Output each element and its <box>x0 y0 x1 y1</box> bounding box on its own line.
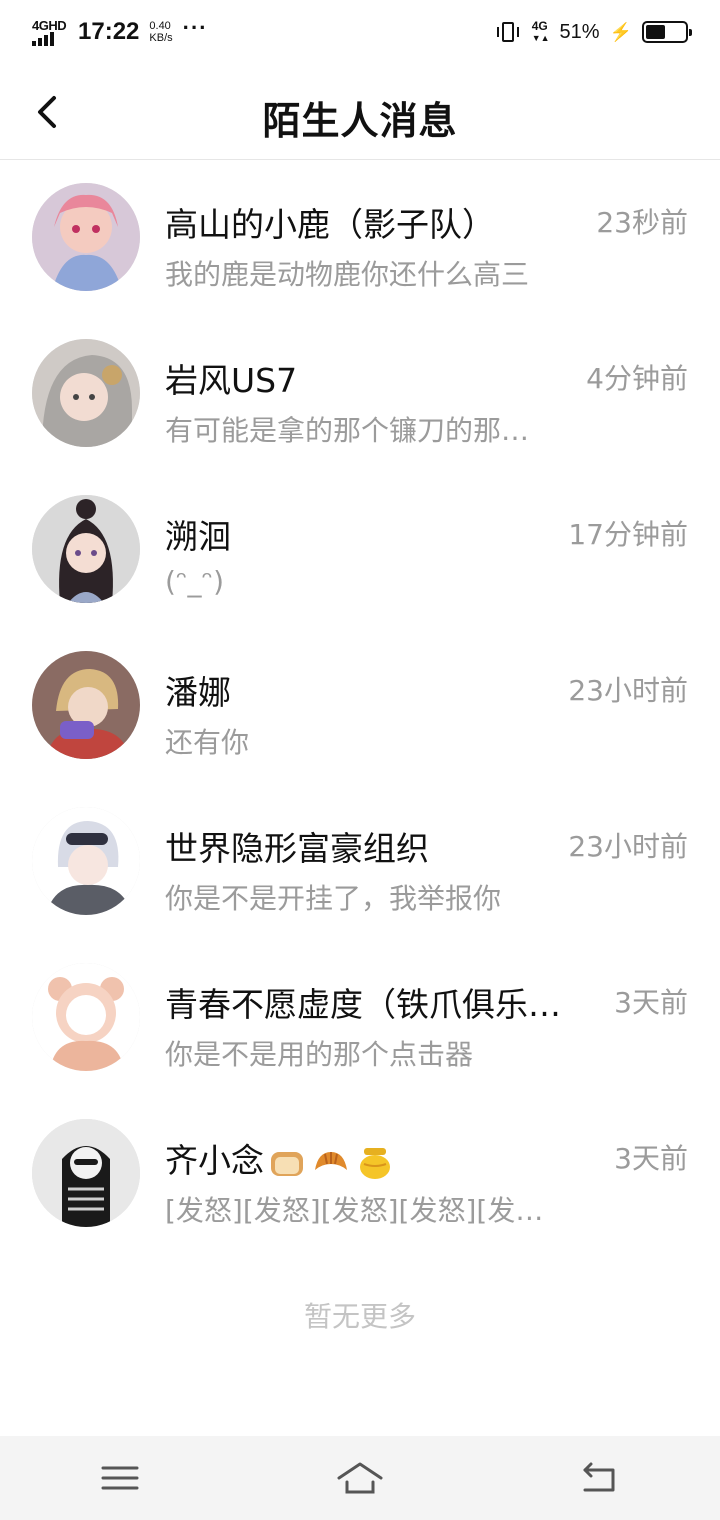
no-more-text: 暂无更多 <box>303 1300 416 1333</box>
list-item[interactable]: 溯洄 17分钟前 (ᵔ_ᵔ) <box>0 473 720 629</box>
message-preview: 你是不是开挂了，我举报你 <box>165 882 502 915</box>
message-time: 23小时前 <box>568 830 688 863</box>
list-item[interactable]: 齐小念 3天前 [发怒][发怒][发怒][发怒][发怒]… <box>0 1097 720 1253</box>
header: 陌生人消息 <box>0 64 720 160</box>
contact-name-text: 齐小念 <box>165 1141 264 1180</box>
net-speed-unit: KB/s <box>149 32 173 44</box>
contact-name: 溯洄 <box>165 517 231 556</box>
avatar[interactable] <box>32 183 140 291</box>
status-left: 4GHD 17:22 0.40 KB/s ··· <box>32 15 208 46</box>
net-speed-value: 0.40 <box>149 20 171 32</box>
more-dots: ··· <box>182 15 208 40</box>
battery-percent: 51% <box>559 20 600 43</box>
signal-icon: 4GHD <box>32 19 68 46</box>
battery-fill <box>646 25 666 39</box>
list-item[interactable]: 潘娜 23小时前 还有你 <box>0 629 720 785</box>
network-label: 4GHD <box>32 17 67 33</box>
navigation-bar <box>0 1436 720 1520</box>
contact-name: 世界隐形富豪组织 <box>165 829 429 868</box>
message-time: 4分钟前 <box>586 362 688 395</box>
avatar[interactable] <box>32 963 140 1071</box>
message-preview: 我的鹿是动物鹿你还什么高三 <box>165 258 530 291</box>
home-icon <box>337 1462 383 1494</box>
avatar[interactable] <box>32 495 140 603</box>
back-nav-button[interactable] <box>560 1448 640 1508</box>
emoji-row <box>268 1146 394 1180</box>
message-preview: 有可能是拿的那个镰刀的那… <box>165 414 530 447</box>
avatar[interactable] <box>32 807 140 915</box>
list-item[interactable]: 岩风US7 4分钟前 有可能是拿的那个镰刀的那… <box>0 317 720 473</box>
charging-icon: ⚡ <box>609 21 632 42</box>
menu-button[interactable] <box>80 1448 160 1508</box>
net-speed: 0.40 KB/s <box>149 20 172 44</box>
contact-name: 齐小念 <box>165 1134 394 1182</box>
bread-emoji-icon <box>271 1151 303 1176</box>
back-arrow-icon <box>583 1462 615 1492</box>
message-time: 23秒前 <box>596 206 688 239</box>
contact-name: 青春不愿虚度（铁爪俱乐… <box>165 985 561 1024</box>
message-time: 17分钟前 <box>568 518 688 551</box>
status-right: 4G ▼▲ 51% ⚡ <box>494 19 692 44</box>
contact-name: 高山的小鹿（影子队） <box>165 205 495 244</box>
menu-icon <box>101 1466 139 1490</box>
message-time: 3天前 <box>614 986 688 1019</box>
vibrate-icon <box>494 20 522 44</box>
clock: 17:22 <box>78 18 140 45</box>
net-type: 4G <box>531 19 548 33</box>
message-preview: 你是不是用的那个点击器 <box>165 1038 474 1071</box>
message-preview: 还有你 <box>165 726 250 759</box>
battery-icon <box>642 21 692 43</box>
avatar[interactable] <box>32 339 140 447</box>
status-bar: 4GHD 17:22 0.40 KB/s ··· 4G ▼▲ 51% ⚡ <box>0 0 720 64</box>
message-preview: [发怒][发怒][发怒][发怒][发怒]… <box>165 1194 560 1227</box>
message-time: 3天前 <box>614 1142 688 1175</box>
croissant-emoji-icon <box>315 1151 347 1170</box>
contact-name: 潘娜 <box>165 673 231 712</box>
message-time: 23小时前 <box>568 674 688 707</box>
avatar[interactable] <box>32 1119 140 1227</box>
message-list: 高山的小鹿（影子队） 23秒前 我的鹿是动物鹿你还什么高三 岩风US7 4分钟前… <box>0 161 720 1253</box>
mobile-data-icon: 4G ▼▲ <box>531 19 550 43</box>
page-title: 陌生人消息 <box>262 99 458 143</box>
list-item[interactable]: 高山的小鹿（影子队） 23秒前 我的鹿是动物鹿你还什么高三 <box>0 161 720 317</box>
message-preview: (ᵔ_ᵔ) <box>165 565 225 598</box>
honey-pot-emoji-icon <box>360 1147 390 1179</box>
list-item[interactable]: 青春不愿虚度（铁爪俱乐… 3天前 你是不是用的那个点击器 <box>0 941 720 1097</box>
list-item[interactable]: 世界隐形富豪组织 23小时前 你是不是开挂了，我举报你 <box>0 785 720 941</box>
home-button[interactable] <box>320 1448 400 1508</box>
avatar[interactable] <box>32 651 140 759</box>
contact-name: 岩风US7 <box>165 361 298 400</box>
